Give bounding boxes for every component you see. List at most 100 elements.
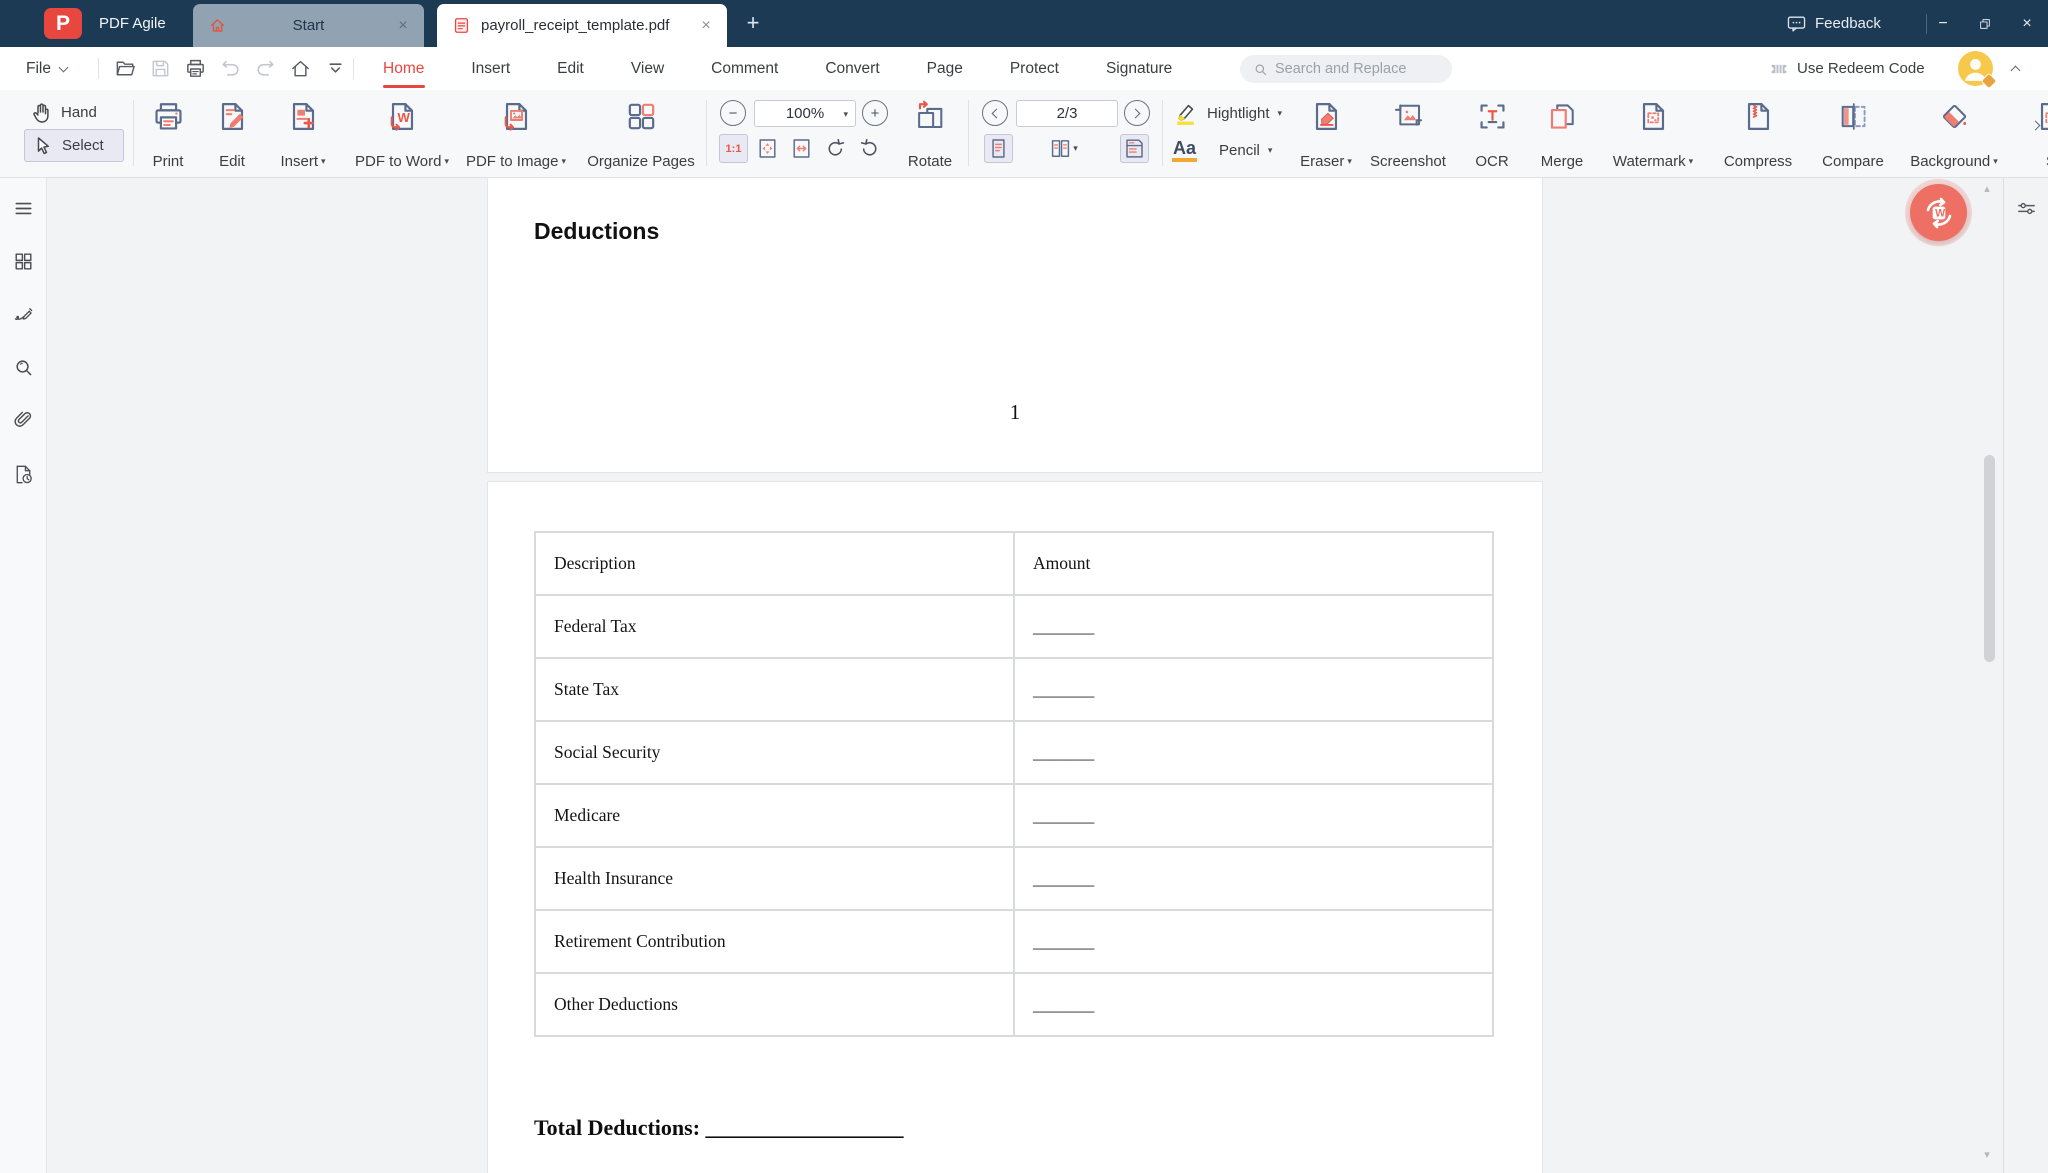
insert-icon xyxy=(286,99,321,134)
clipped-toolbar-button[interactable]: S xyxy=(2016,99,2048,169)
rotate-pages-button[interactable]: Rotate xyxy=(898,99,962,169)
search-input[interactable]: Search and Replace xyxy=(1240,55,1452,83)
file-menu[interactable]: File xyxy=(26,47,69,90)
row-blank: _______ xyxy=(1013,846,1494,911)
total-blank-line: __________________ xyxy=(705,1115,904,1140)
pencil-tool[interactable]: Aa Pencil ▾ xyxy=(1172,135,1282,166)
zoom-input[interactable]: 100% ▾ xyxy=(754,100,856,127)
fit-width-button[interactable] xyxy=(787,134,816,163)
menu-item-page[interactable]: Page xyxy=(927,56,963,82)
tab-document[interactable]: payroll_receipt_template.pdf × xyxy=(437,4,727,47)
ocr-button[interactable]: OCR xyxy=(1460,99,1524,169)
compare-icon xyxy=(1836,99,1871,134)
collapse-toolbar-icon[interactable] xyxy=(324,57,347,80)
table-row: Other Deductions _______ xyxy=(533,972,1494,1037)
menubar: File Home Insert Edit View Comment Conve… xyxy=(0,47,2048,90)
menu-hamburger-icon[interactable] xyxy=(12,197,35,220)
rotate-ccw-button[interactable] xyxy=(821,134,850,163)
zoom-value: 100% xyxy=(785,105,825,122)
compare-button[interactable]: Compare xyxy=(1806,99,1900,169)
tab-start-close-icon[interactable]: × xyxy=(390,17,416,35)
redo-icon[interactable] xyxy=(254,57,277,80)
highlight-tool[interactable]: Hightlight ▾ xyxy=(1172,98,1282,129)
select-tool[interactable]: Select xyxy=(24,129,124,162)
eraser-button[interactable]: Eraser ▾ xyxy=(1288,99,1364,169)
menu-item-comment[interactable]: Comment xyxy=(711,56,778,82)
save-icon[interactable] xyxy=(149,57,172,80)
undo-icon[interactable] xyxy=(219,57,242,80)
menu-item-protect[interactable]: Protect xyxy=(1010,56,1059,82)
avatar[interactable] xyxy=(1958,51,1998,90)
insert-button[interactable]: Insert ▾ xyxy=(260,99,346,169)
zoom-dropdown-caret-icon[interactable]: ▾ xyxy=(843,110,848,119)
properties-sliders-icon[interactable] xyxy=(2015,197,2038,220)
titlebar: P PDF Agile Start × payroll_receipt_temp… xyxy=(0,0,2048,47)
zoom-in-button[interactable]: + xyxy=(862,100,888,126)
menu-item-signature[interactable]: Signature xyxy=(1106,56,1172,82)
chevron-up-icon[interactable] xyxy=(2010,65,2021,76)
menu-item-edit[interactable]: Edit xyxy=(557,56,584,82)
fit-page-button[interactable] xyxy=(753,134,782,163)
menu-item-view[interactable]: View xyxy=(631,56,664,82)
tab-start[interactable]: Start × xyxy=(193,4,424,47)
menu-item-convert[interactable]: Convert xyxy=(825,56,879,82)
table-row: State Tax _______ xyxy=(533,657,1494,722)
ocr-icon xyxy=(1475,99,1510,134)
compare-label: Compare xyxy=(1822,153,1884,170)
screenshot-label: Screenshot xyxy=(1370,153,1446,170)
home-view-icon[interactable] xyxy=(289,57,312,80)
compress-button[interactable]: Compress xyxy=(1708,99,1808,169)
app-name: PDF Agile xyxy=(99,15,166,32)
attachment-icon[interactable] xyxy=(12,408,35,431)
zoom-out-button[interactable]: − xyxy=(720,100,746,126)
menu-item-insert[interactable]: Insert xyxy=(471,56,510,82)
signature-pen-icon[interactable] xyxy=(12,303,35,326)
merge-icon xyxy=(1545,99,1580,134)
total-label: Total Deductions: xyxy=(534,1115,701,1140)
hand-tool[interactable]: Hand xyxy=(24,96,124,129)
header-amount: Amount xyxy=(1013,531,1494,596)
close-button[interactable]: × xyxy=(2006,0,2048,47)
tab-start-label: Start xyxy=(292,17,325,34)
organize-pages-button[interactable]: Organize Pages xyxy=(576,99,706,169)
single-page-view-button[interactable] xyxy=(984,134,1013,163)
print-quick-icon[interactable] xyxy=(184,57,207,80)
minimize-button[interactable]: − xyxy=(1922,0,1964,47)
sidebar-search-icon[interactable] xyxy=(12,356,35,379)
dropdown-caret-icon: ▾ xyxy=(1347,156,1352,166)
menu-item-home[interactable]: Home xyxy=(383,56,424,82)
pdf-to-image-icon xyxy=(499,99,534,134)
redeem-code-button[interactable]: Use Redeem Code xyxy=(1768,47,1925,90)
page-thumbnails-icon[interactable] xyxy=(12,250,35,273)
restore-button[interactable] xyxy=(1964,0,2006,47)
scroll-up-arrow[interactable]: ▴ xyxy=(1977,184,1997,195)
new-tab-button[interactable]: + xyxy=(738,8,768,38)
page-number-input[interactable]: 2/3 xyxy=(1016,100,1118,127)
feedback-button[interactable]: Feedback xyxy=(1786,0,1881,47)
pdf-to-word-button[interactable]: W PDF to Word ▾ xyxy=(339,99,465,169)
pdf-page-2[interactable]: Description Amount Federal Tax _______ S… xyxy=(487,481,1543,1173)
recent-document-icon[interactable] xyxy=(12,463,35,486)
continuous-scroll-view-button[interactable] xyxy=(1120,134,1149,163)
chevron-down-icon xyxy=(58,62,69,72)
next-page-button[interactable] xyxy=(1124,100,1150,126)
merge-button[interactable]: Merge xyxy=(1524,99,1600,169)
prev-page-button[interactable] xyxy=(982,100,1008,126)
screenshot-button[interactable]: Screenshot xyxy=(1356,99,1460,169)
open-file-icon[interactable] xyxy=(114,57,137,80)
actual-size-button[interactable]: 1:1 xyxy=(719,134,748,163)
continuous-scroll-icon xyxy=(1122,136,1147,161)
scroll-down-arrow[interactable]: ▾ xyxy=(1977,1150,1997,1161)
watermark-button[interactable]: Watermark ▾ xyxy=(1598,99,1708,169)
convert-to-word-fab[interactable]: W xyxy=(1910,184,1967,241)
pdf-to-image-button[interactable]: PDF to Image ▾ xyxy=(453,99,579,169)
rotate-cw-button[interactable] xyxy=(855,134,884,163)
scrollbar-thumb[interactable] xyxy=(1984,455,1995,662)
background-button[interactable]: Background ▾ xyxy=(1896,99,2012,169)
merge-label: Merge xyxy=(1540,153,1584,170)
facing-pages-view-button[interactable]: ▾ xyxy=(1040,134,1086,163)
pdf-page-1[interactable]: Deductions 1 xyxy=(487,178,1543,473)
eraser-icon xyxy=(1309,99,1344,134)
document-viewer[interactable]: Deductions 1 Description Amount Federal … xyxy=(47,178,2003,1173)
tab-document-close-icon[interactable]: × xyxy=(693,17,719,35)
